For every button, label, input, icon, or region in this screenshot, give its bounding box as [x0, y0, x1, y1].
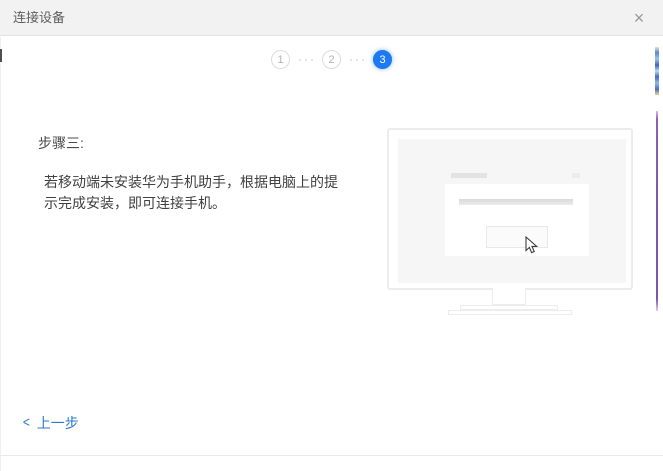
step-3-indicator-active: 3: [373, 50, 392, 69]
window-title: 连接设备: [13, 10, 66, 25]
monitor-bezel: [387, 128, 633, 290]
previous-step-button[interactable]: < 上一步: [22, 413, 79, 433]
previous-step-label: 上一步: [36, 415, 79, 431]
title-bar: 连接设备 ×: [0, 0, 663, 36]
step-heading: 步骤三:: [38, 135, 84, 151]
arrow-cursor-icon: [525, 235, 539, 254]
mock-install-button: [486, 226, 548, 248]
monitor-stand-neck: [492, 288, 526, 305]
dialog-bottom-edge-line: [0, 455, 663, 456]
monitor-stand-base: [448, 310, 572, 315]
background-window-sliver-left: [0, 49, 2, 62]
monitor-screen: [398, 139, 626, 283]
background-icon-sliver-right: [655, 47, 659, 95]
close-icon[interactable]: ×: [624, 3, 654, 33]
step-connector: [299, 58, 313, 61]
step-1-indicator: 1: [271, 50, 290, 69]
dialog-left-edge-line: [0, 37, 1, 471]
connect-device-dialog: 连接设备 × 1 2 3 步骤三: 若移动端未安装华为手机助手，根据电脑上的提示…: [0, 0, 663, 471]
background-window-edge-right: [656, 111, 658, 311]
mock-dialog-body: [445, 184, 589, 256]
chevron-left-icon: <: [22, 414, 30, 431]
monitor-illustration: [387, 128, 633, 320]
instruction-text: 若移动端未安装华为手机助手，根据电脑上的提示完成安装，即可连接手机。: [44, 174, 338, 211]
mock-text-line: [459, 199, 573, 205]
mock-install-dialog: [445, 170, 589, 256]
step-2-indicator: 2: [322, 50, 341, 69]
instruction-block: 步骤三: 若移动端未安装华为手机助手，根据电脑上的提示完成安装，即可连接手机。: [38, 133, 358, 214]
mock-dialog-title-line: [451, 173, 487, 178]
step-connector: [350, 58, 364, 61]
step-indicator: 1 2 3: [0, 50, 663, 69]
mock-close-icon: [572, 173, 580, 178]
